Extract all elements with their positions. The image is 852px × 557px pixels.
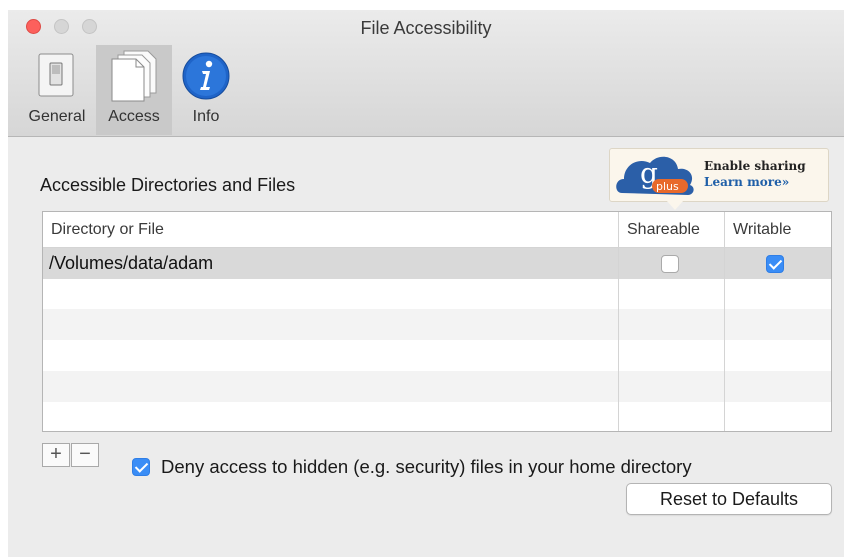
tab-info[interactable]: Info bbox=[176, 45, 236, 135]
promo-pointer bbox=[666, 200, 684, 210]
tab-general[interactable]: General bbox=[18, 45, 96, 135]
switch-icon bbox=[38, 53, 74, 97]
header-divider bbox=[724, 212, 725, 247]
tab-general-label: General bbox=[28, 108, 86, 125]
deny-hidden-checkbox[interactable] bbox=[132, 458, 150, 476]
add-remove-group: + − bbox=[42, 443, 100, 467]
remove-button[interactable]: − bbox=[71, 443, 99, 467]
info-icon bbox=[182, 52, 230, 100]
tab-info-label: Info bbox=[192, 108, 220, 125]
window-title: File Accessibility bbox=[360, 18, 492, 38]
table-row-empty bbox=[43, 309, 831, 340]
reset-to-defaults-button[interactable]: Reset to Defaults bbox=[626, 483, 832, 515]
table-row[interactable]: /Volumes/data/adam bbox=[43, 248, 831, 279]
access-pane: Accessible Directories and Files g plus … bbox=[8, 137, 844, 557]
table-header: Directory or File Shareable Writable bbox=[43, 212, 831, 248]
file-accessibility-window: File Accessibility General Access Info A… bbox=[8, 10, 844, 557]
header-divider bbox=[618, 212, 619, 247]
globus-plus-promo[interactable]: g plus Enable sharing Learn more» bbox=[609, 148, 829, 210]
writable-checkbox[interactable] bbox=[766, 255, 784, 273]
column-header-writable[interactable]: Writable bbox=[733, 221, 791, 239]
enable-sharing-text: Enable sharing bbox=[704, 159, 806, 173]
deny-hidden-label: Deny access to hidden (e.g. security) fi… bbox=[161, 456, 692, 477]
section-title: Accessible Directories and Files bbox=[40, 175, 296, 195]
tab-access[interactable]: Access bbox=[96, 45, 172, 135]
learn-more-link[interactable]: Learn more» bbox=[704, 175, 789, 189]
promo-logo-word: plus bbox=[656, 180, 679, 193]
documents-icon bbox=[111, 50, 157, 102]
toolbar: File Accessibility General Access Info bbox=[8, 10, 844, 137]
directory-cell: /Volumes/data/adam bbox=[49, 253, 214, 273]
directories-table[interactable]: /Volumes/data/adam Directory or File Sha… bbox=[42, 211, 832, 432]
column-header-shareable[interactable]: Shareable bbox=[627, 221, 700, 239]
table-row-empty bbox=[43, 371, 831, 402]
column-header-directory[interactable]: Directory or File bbox=[51, 221, 164, 239]
shareable-checkbox[interactable] bbox=[661, 255, 679, 273]
add-button[interactable]: + bbox=[42, 443, 70, 467]
tab-access-label: Access bbox=[108, 108, 160, 125]
globus-plus-logo-icon: g plus bbox=[616, 156, 694, 195]
